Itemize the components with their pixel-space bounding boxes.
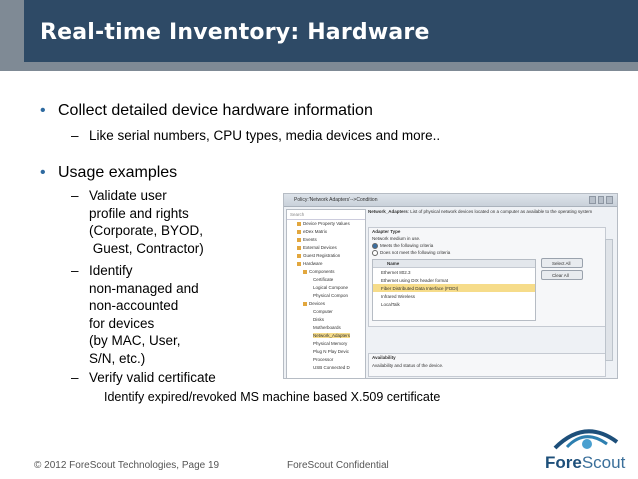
list-item: Infrared Wireless bbox=[381, 293, 416, 299]
tree-node: Processor bbox=[313, 357, 334, 362]
dialog-scrollbar bbox=[605, 239, 613, 361]
list-item: Ethernet 802.3 bbox=[381, 269, 411, 275]
adapter-type-list: Name Ethernet 802.3 Ethernet using DIX h… bbox=[372, 259, 536, 321]
eye-logo-icon bbox=[553, 429, 619, 450]
dash-icon: – bbox=[71, 188, 79, 203]
property-description: Network_Adapters: List of physical netwo… bbox=[368, 209, 593, 214]
tree-node: Physical Memory bbox=[313, 341, 348, 346]
property-tree: Search Device Property Values eDex Matri… bbox=[286, 209, 366, 378]
tree-node: Devices bbox=[303, 301, 325, 306]
radio-meets: Meets the following criteria bbox=[372, 243, 433, 249]
footer-confidential: ForeScout Confidential bbox=[287, 460, 389, 471]
tree-node: Components bbox=[303, 269, 335, 274]
list-item: LocalTalk bbox=[381, 301, 400, 307]
bullet-collect: • Collect detailed device hardware inform… bbox=[40, 102, 373, 119]
clear-all-button: Clear All bbox=[541, 270, 583, 280]
sub-bullet-certificate: – Verify valid certificate bbox=[71, 370, 216, 385]
bullet-dot-icon: • bbox=[40, 102, 46, 119]
slide-title: Real-time Inventory: Hardware bbox=[40, 20, 430, 45]
tree-node: Plug N Play Devic bbox=[313, 349, 350, 354]
tree-node: Physical Compon bbox=[313, 293, 349, 298]
adapter-type-panel: Adapter Type Network medium in use. Meet… bbox=[368, 227, 606, 327]
tree-node: Computer bbox=[313, 309, 333, 314]
sub-bullet-serials: – Like serial numbers, CPU types, media … bbox=[71, 128, 441, 143]
minimize-icon bbox=[589, 196, 596, 204]
tree-node: Logical Compone bbox=[313, 285, 349, 290]
sub-bullet-identify: – Identify non-managed and non-accounted… bbox=[71, 263, 199, 366]
tree-node: Guest Registration bbox=[297, 253, 340, 258]
tree-node-selected: Network_Adapters bbox=[313, 333, 351, 338]
dash-icon: – bbox=[71, 263, 79, 278]
tree-node: Certificate bbox=[313, 277, 334, 282]
bullet-dot-icon: • bbox=[40, 164, 46, 181]
select-all-button: Select All bbox=[541, 258, 583, 268]
tree-node: eDex Matrix bbox=[297, 229, 327, 234]
condition-detail: Network_Adapters: List of physical netwo… bbox=[368, 209, 615, 377]
radio-selected-icon bbox=[372, 243, 378, 249]
sub-bullet-validate: – Validate user profile and rights (Corp… bbox=[71, 188, 204, 256]
dash-icon: – bbox=[71, 370, 79, 385]
tree-node: Disks bbox=[313, 317, 324, 322]
dialog-titlebar: Policy:'Network Adapters'-->Condition bbox=[284, 194, 617, 207]
maximize-icon bbox=[597, 196, 605, 204]
tree-search: Search bbox=[287, 210, 365, 220]
tree-node: Motherboards bbox=[313, 325, 341, 330]
list-item: Ethernet using DIX header format bbox=[381, 277, 449, 283]
list-item-highlighted: Fiber Distributed Data Interface (FDDI) bbox=[373, 284, 535, 292]
availability-panel: Availability Availability and status of … bbox=[368, 353, 606, 377]
dash-icon: – bbox=[71, 128, 79, 143]
close-icon bbox=[606, 196, 614, 204]
radio-not-meets: Does not meet the following criteria bbox=[372, 250, 450, 256]
forescout-logo: ForeScout bbox=[545, 422, 627, 474]
tree-node: USB Connected D bbox=[313, 365, 350, 370]
tree-node: Events bbox=[297, 237, 317, 242]
footer-copyright: © 2012 ForeScout Technologies, Page 19 bbox=[34, 460, 220, 471]
certificate-note: Identify expired/revoked MS machine base… bbox=[104, 390, 441, 404]
tree-node: Device Property Values bbox=[297, 221, 350, 226]
radio-icon bbox=[372, 250, 378, 256]
bullet-usage: • Usage examples bbox=[40, 164, 178, 181]
tree-node: External Devices bbox=[297, 245, 337, 250]
tree-node: Hardware bbox=[297, 261, 323, 266]
condition-dialog-screenshot: Policy:'Network Adapters'-->Condition Se… bbox=[283, 193, 618, 379]
window-controls bbox=[589, 196, 614, 204]
